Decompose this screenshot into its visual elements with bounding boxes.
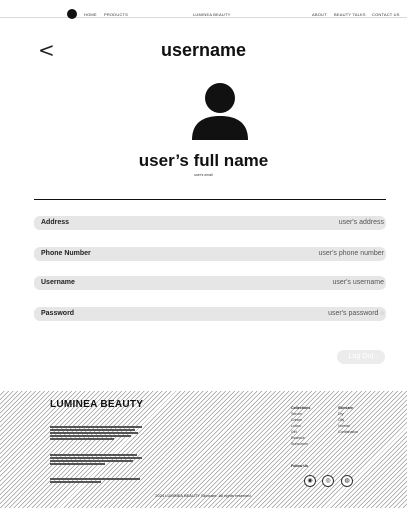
footer-collections-column: Collections Serum Cream Lotion Gel Essen…	[291, 405, 310, 447]
password-value-wrap: user's password ◌	[328, 310, 384, 317]
password-value: user's password	[328, 310, 379, 317]
footer-text-block-2	[50, 453, 142, 471]
footer-skincare-item[interactable]: Combination	[338, 429, 358, 435]
address-label: Address	[41, 219, 70, 226]
footer-copyright: 2024 LUMINEA BEAUTY Skincare. All rights…	[155, 493, 252, 498]
address-field[interactable]: Address user's address	[34, 216, 386, 230]
address-value: user's address	[338, 219, 384, 226]
page-title: username	[160, 40, 247, 60]
username-field[interactable]: Username user's username	[34, 276, 386, 290]
phone-number-field[interactable]: Phone Number user's phone number	[34, 247, 386, 261]
nav-home-link[interactable]: HOME	[84, 12, 97, 17]
social-icon-1[interactable]: ◉	[304, 475, 316, 487]
top-nav: HOME PRODUCTS LUMINEA BEAUTY ABOUT BEAUT…	[0, 0, 407, 19]
nav-beauty-talks-link[interactable]: BEAUTY TALKS	[334, 12, 366, 17]
logo-icon[interactable]	[67, 9, 77, 19]
footer-text-block-1	[50, 425, 142, 447]
social-icon-3[interactable]: ◍	[341, 475, 353, 487]
social-icon-2[interactable]: ◎	[322, 475, 334, 487]
footer: LUMINEA BEAUTY Collections Serum Cream L…	[0, 391, 407, 508]
user-email: user's email	[194, 173, 213, 177]
username-value: user's username	[332, 279, 384, 286]
footer-text-block-3	[50, 477, 142, 487]
password-label: Password	[41, 310, 75, 317]
user-full-name: user’s full name	[138, 151, 269, 170]
nav-products-link[interactable]: PRODUCTS	[104, 12, 128, 17]
nav-about-link[interactable]: ABOUT	[312, 12, 327, 17]
logout-button[interactable]: Log Out	[337, 350, 385, 364]
nav-brand[interactable]: LUMINEA BEAUTY	[193, 12, 230, 17]
password-field[interactable]: Password user's password ◌	[34, 307, 386, 321]
phone-number-value: user's phone number	[318, 250, 384, 257]
username-label: Username	[41, 279, 75, 286]
eye-icon[interactable]: ◌	[380, 311, 384, 317]
footer-follow-heading: Follow Us	[291, 464, 308, 468]
footer-collections-item[interactable]: Sunscreen	[291, 441, 310, 447]
footer-skincare-column: Skincare Dry Oily Normal Combination	[338, 405, 358, 435]
footer-brand: LUMINEA BEAUTY	[50, 399, 144, 410]
nav-contact-link[interactable]: CONTACT US	[372, 12, 400, 17]
user-avatar-icon	[192, 83, 248, 140]
section-divider	[34, 199, 386, 200]
phone-number-label: Phone Number	[41, 250, 91, 257]
